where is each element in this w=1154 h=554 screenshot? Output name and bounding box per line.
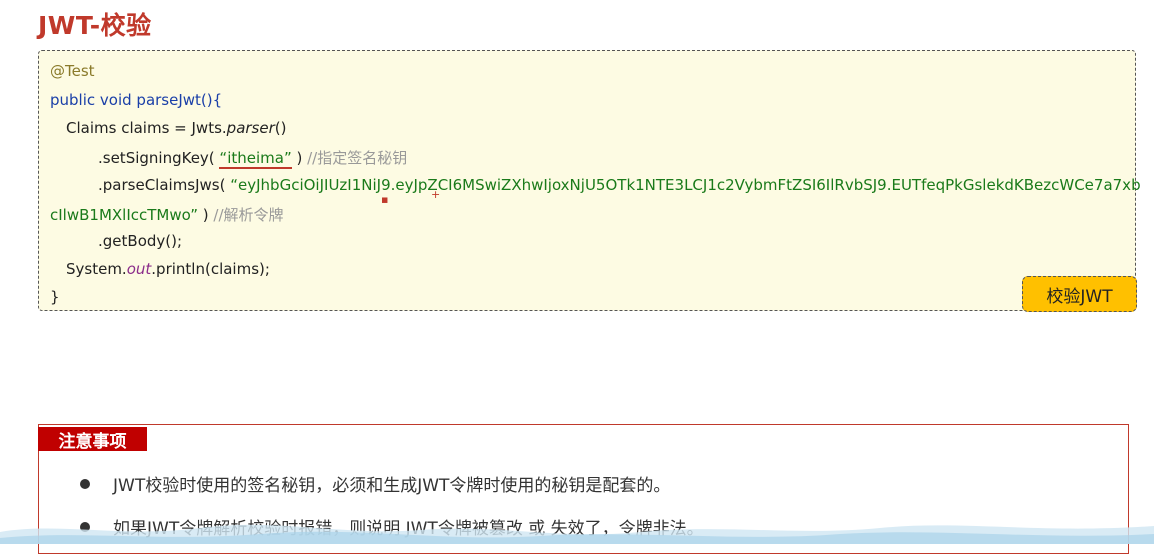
code-line-close-brace: } xyxy=(50,288,60,306)
code-block: @Test public void parseJwt(){ Claims cla… xyxy=(38,50,1141,312)
code-line-parse-claims: .parseClaimsJws( “eyJhbGciOiJIUzI1NiJ9.e… xyxy=(98,176,1141,194)
cursor-mark-icon: ▪ xyxy=(381,193,389,206)
verify-jwt-button[interactable]: 校验JWT xyxy=(1022,276,1137,312)
code-close-brace: } xyxy=(50,288,60,306)
code-line-token-end: cIlwB1MXlIccTMwo” ) //解析令牌 xyxy=(50,204,284,225)
code-comment-parse: //解析令牌 xyxy=(213,206,284,224)
method-signature: parseJwt(){ xyxy=(136,91,223,109)
code-get-body: .getBody(); xyxy=(98,232,183,250)
code-line-signing-key: .setSigningKey( “itheima” ) //指定签名秘钥 xyxy=(98,147,408,169)
code-system: System. xyxy=(66,260,127,278)
code-set-signing-key: .setSigningKey( xyxy=(98,149,220,167)
code-line-println: System.out.println(claims); xyxy=(66,260,270,278)
code-line-method: public void parseJwt(){ xyxy=(50,91,222,109)
code-jwt-token-part2: cIlwB1MXlIccTMwo” xyxy=(50,206,199,224)
code-parser-call: parser xyxy=(226,119,275,137)
code-close-paren-2: ) xyxy=(198,206,214,224)
code-println: .println(claims); xyxy=(151,260,270,278)
code-close-paren: ) xyxy=(291,149,308,167)
code-out-field: out xyxy=(126,260,152,278)
code-line-annotation: @Test xyxy=(50,62,95,80)
code-jwt-token-part1: “eyJhbGciOiJIUzI1NiJ9.eyJpZCI6MSwiZXhwIj… xyxy=(230,176,1141,194)
page-title: JWT-校验 xyxy=(38,11,152,40)
code-line-get-body: .getBody(); xyxy=(98,232,182,250)
bullet-icon xyxy=(80,478,90,489)
keyword-public-void: public void xyxy=(50,91,137,109)
code-comment-signing: //指定签名秘钥 xyxy=(307,149,408,167)
note-item-text: JWT校验时使用的签名秘钥，必须和生成JWT令牌时使用的秘钥是配套的。 xyxy=(113,476,671,496)
note-item: JWT校验时使用的签名秘钥，必须和生成JWT令牌时使用的秘钥是配套的。 xyxy=(80,471,670,496)
code-parens: () xyxy=(274,119,287,137)
code-line-claims: Claims claims = Jwts.parser() xyxy=(66,119,286,137)
code-parse-claims-jws: .parseClaimsJws( xyxy=(98,176,231,194)
plus-mark-icon: + xyxy=(431,188,441,201)
decorative-wave xyxy=(0,524,1154,544)
code-secret-string: “itheima” xyxy=(219,149,292,169)
code-claims-decl: Claims claims = Jwts. xyxy=(66,119,227,137)
notes-label: 注意事项 xyxy=(38,427,147,452)
annotation-test: @Test xyxy=(50,62,95,80)
